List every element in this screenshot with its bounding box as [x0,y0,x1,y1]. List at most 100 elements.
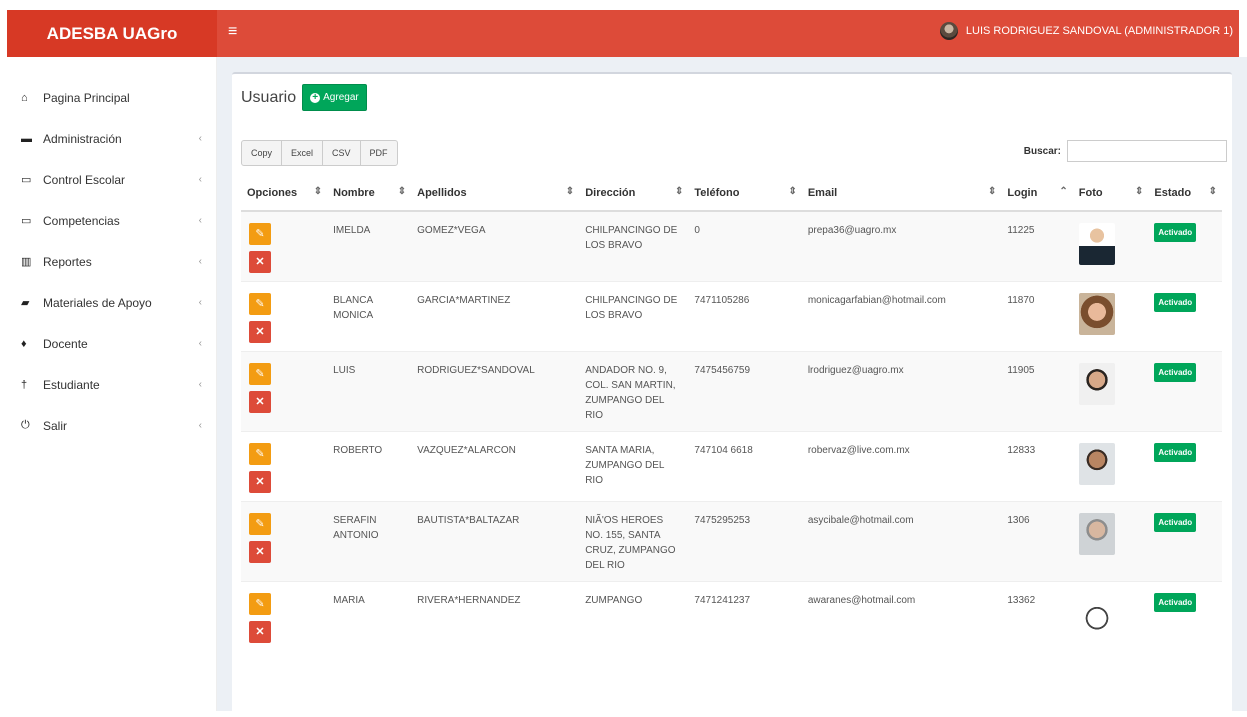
sidebar-item-reportes[interactable]: ▥ Reportes ‹ [7,241,216,282]
column-header[interactable]: Login ⌃ [1001,175,1073,212]
nombre-cell: ROBERTO [327,431,412,502]
power-icon: ⏻ [21,419,30,431]
chevron-left-icon: ‹ [198,297,202,308]
column-header[interactable]: Apellidos ⇕ [411,175,580,212]
login-cell: 13362 [1001,581,1073,651]
chevron-left-icon: ‹ [198,215,202,226]
apellidos-cell: RIVERA*HERNANDEZ [411,581,580,651]
edit-button[interactable]: ✎ [249,513,271,535]
delete-button[interactable]: ✕ [249,471,271,493]
sidebar-toggle-icon[interactable]: ≡ [228,23,237,41]
column-header-label: Email [807,186,838,199]
column-header-label: Dirección [585,186,636,199]
folder-icon: ▬ [21,132,32,145]
user-menu[interactable]: LUIS RODRIGUEZ SANDOVAL (ADMINISTRADOR 1… [939,22,1233,40]
options-cell: ✎ ✕ [241,210,328,282]
sidebar-item-salir[interactable]: ⏻ Salir ‹ [7,405,216,446]
direccion-cell: ZUMPANGO [579,581,689,651]
top-navbar: ADESBA UAGro ≡ LUIS RODRIGUEZ SANDOVAL (… [7,10,1239,57]
copy-button[interactable]: Copy [241,140,283,166]
chevron-left-icon: ‹ [198,420,202,431]
column-header[interactable]: Email ⇕ [801,175,1002,212]
column-header[interactable]: Teléfono ⇕ [688,175,802,212]
pencil-icon: ✎ [255,367,265,380]
user-photo [1078,443,1115,485]
login-cell: 11870 [1001,281,1073,352]
edit-button[interactable]: ✎ [249,443,271,465]
email-cell: awaranes@hotmail.com [801,581,1002,651]
user-photo [1078,363,1115,405]
pencil-icon: ✎ [255,227,265,240]
email-cell: robervaz@live.com.mx [801,431,1002,502]
sidebar-item-control-escolar[interactable]: ▭ Control Escolar ‹ [7,159,216,200]
column-header[interactable]: Foto ⇕ [1072,175,1149,212]
chevron-left-icon: ‹ [198,379,202,390]
delete-button[interactable]: ✕ [249,251,271,273]
sidebar-item-label: Pagina Principal [43,90,130,105]
delete-button[interactable]: ✕ [249,621,271,643]
excel-button[interactable]: Excel [281,140,324,166]
sidebar-item-label: Reportes [43,254,92,269]
table-row: ✎ ✕ MARIA RIVERA*HERNANDEZ ZUMPANGO 7471… [241,581,1222,651]
login-cell: 11225 [1001,210,1073,282]
telefono-cell: 747104 6618 [688,431,802,502]
person-icon: † [21,378,28,391]
options-cell: ✎ ✕ [241,281,328,352]
brand-logo[interactable]: ADESBA UAGro [7,10,217,57]
table-row: ✎ ✕ SERAFIN ANTONIO BAUTISTA*BALTAZAR NI… [241,501,1222,582]
main-content: Usuario + Agregar Copy Excel CSV PDF Bus… [217,57,1247,717]
column-header[interactable]: Dirección ⇕ [579,175,689,212]
close-icon: ✕ [255,395,265,408]
table-row: ✎ ✕ BLANCA MONICA GARCIA*MARTINEZ CHILPA… [241,281,1222,352]
person-icon: ♦ [21,337,27,350]
login-cell: 11905 [1001,351,1073,432]
pdf-button[interactable]: PDF [359,140,398,166]
edit-button[interactable]: ✎ [249,363,271,385]
photo-cell [1072,351,1149,432]
edit-button[interactable]: ✎ [249,593,271,615]
column-header[interactable]: Estado ⇕ [1148,175,1222,212]
search-box: Buscar: [1024,140,1227,162]
status-badge: Activado [1154,593,1197,612]
telefono-cell: 7475295253 [688,501,802,582]
search-input[interactable] [1067,140,1227,162]
sidebar-item-materiales-de-apoyo[interactable]: ▰ Materiales de Apoyo ‹ [7,282,216,323]
direccion-cell: CHILPANCINGO DE LOS BRAVO [579,281,689,352]
edit-button[interactable]: ✎ [249,293,271,315]
delete-button[interactable]: ✕ [249,391,271,413]
column-header[interactable]: Nombre ⇕ [327,175,412,212]
status-badge: Activado [1154,363,1197,382]
add-button-label: Agregar [323,92,359,103]
user-photo [1078,593,1115,635]
close-icon: ✕ [255,255,265,268]
email-cell: monicagarfabian@hotmail.com [801,281,1002,352]
sidebar-item-docente[interactable]: ♦ Docente ‹ [7,323,216,364]
column-header-label: Opciones [247,186,298,199]
sidebar-item-label: Control Escolar [43,172,126,187]
sidebar-item-label: Estudiante [43,377,100,392]
sort-asc-icon: ⌃ [1059,186,1068,197]
sidebar-item-competencias[interactable]: ▭ Competencias ‹ [7,200,216,241]
edit-button[interactable]: ✎ [249,223,271,245]
column-header[interactable]: Opciones ⇕ [241,175,328,212]
login-cell: 1306 [1001,501,1073,582]
sidebar-item-estudiante[interactable]: † Estudiante ‹ [7,364,216,405]
chevron-left-icon: ‹ [198,174,202,185]
sidebar-item-administraci-n[interactable]: ▬ Administración ‹ [7,118,216,159]
nombre-cell: IMELDA [327,210,412,282]
photo-cell [1072,501,1149,582]
delete-button[interactable]: ✕ [249,321,271,343]
users-table: Opciones ⇕ Nombre ⇕ Apellidos ⇕ Dirección ⇕ Telé… [241,175,1222,651]
delete-button[interactable]: ✕ [249,541,271,563]
sidebar-item-pagina-principal[interactable]: ⌂ Pagina Principal [7,77,216,118]
options-cell: ✎ ✕ [241,431,328,502]
search-label: Buscar: [1023,145,1061,157]
add-user-button[interactable]: + Agregar [302,84,367,111]
laptop-icon: ▭ [21,215,32,227]
column-header-label: Apellidos [417,186,467,199]
photo-cell [1072,210,1149,282]
sort-icon: ⇕ [313,186,323,197]
telefono-cell: 7471105286 [688,281,802,352]
apellidos-cell: BAUTISTA*BALTAZAR [411,501,580,582]
csv-button[interactable]: CSV [322,140,361,166]
